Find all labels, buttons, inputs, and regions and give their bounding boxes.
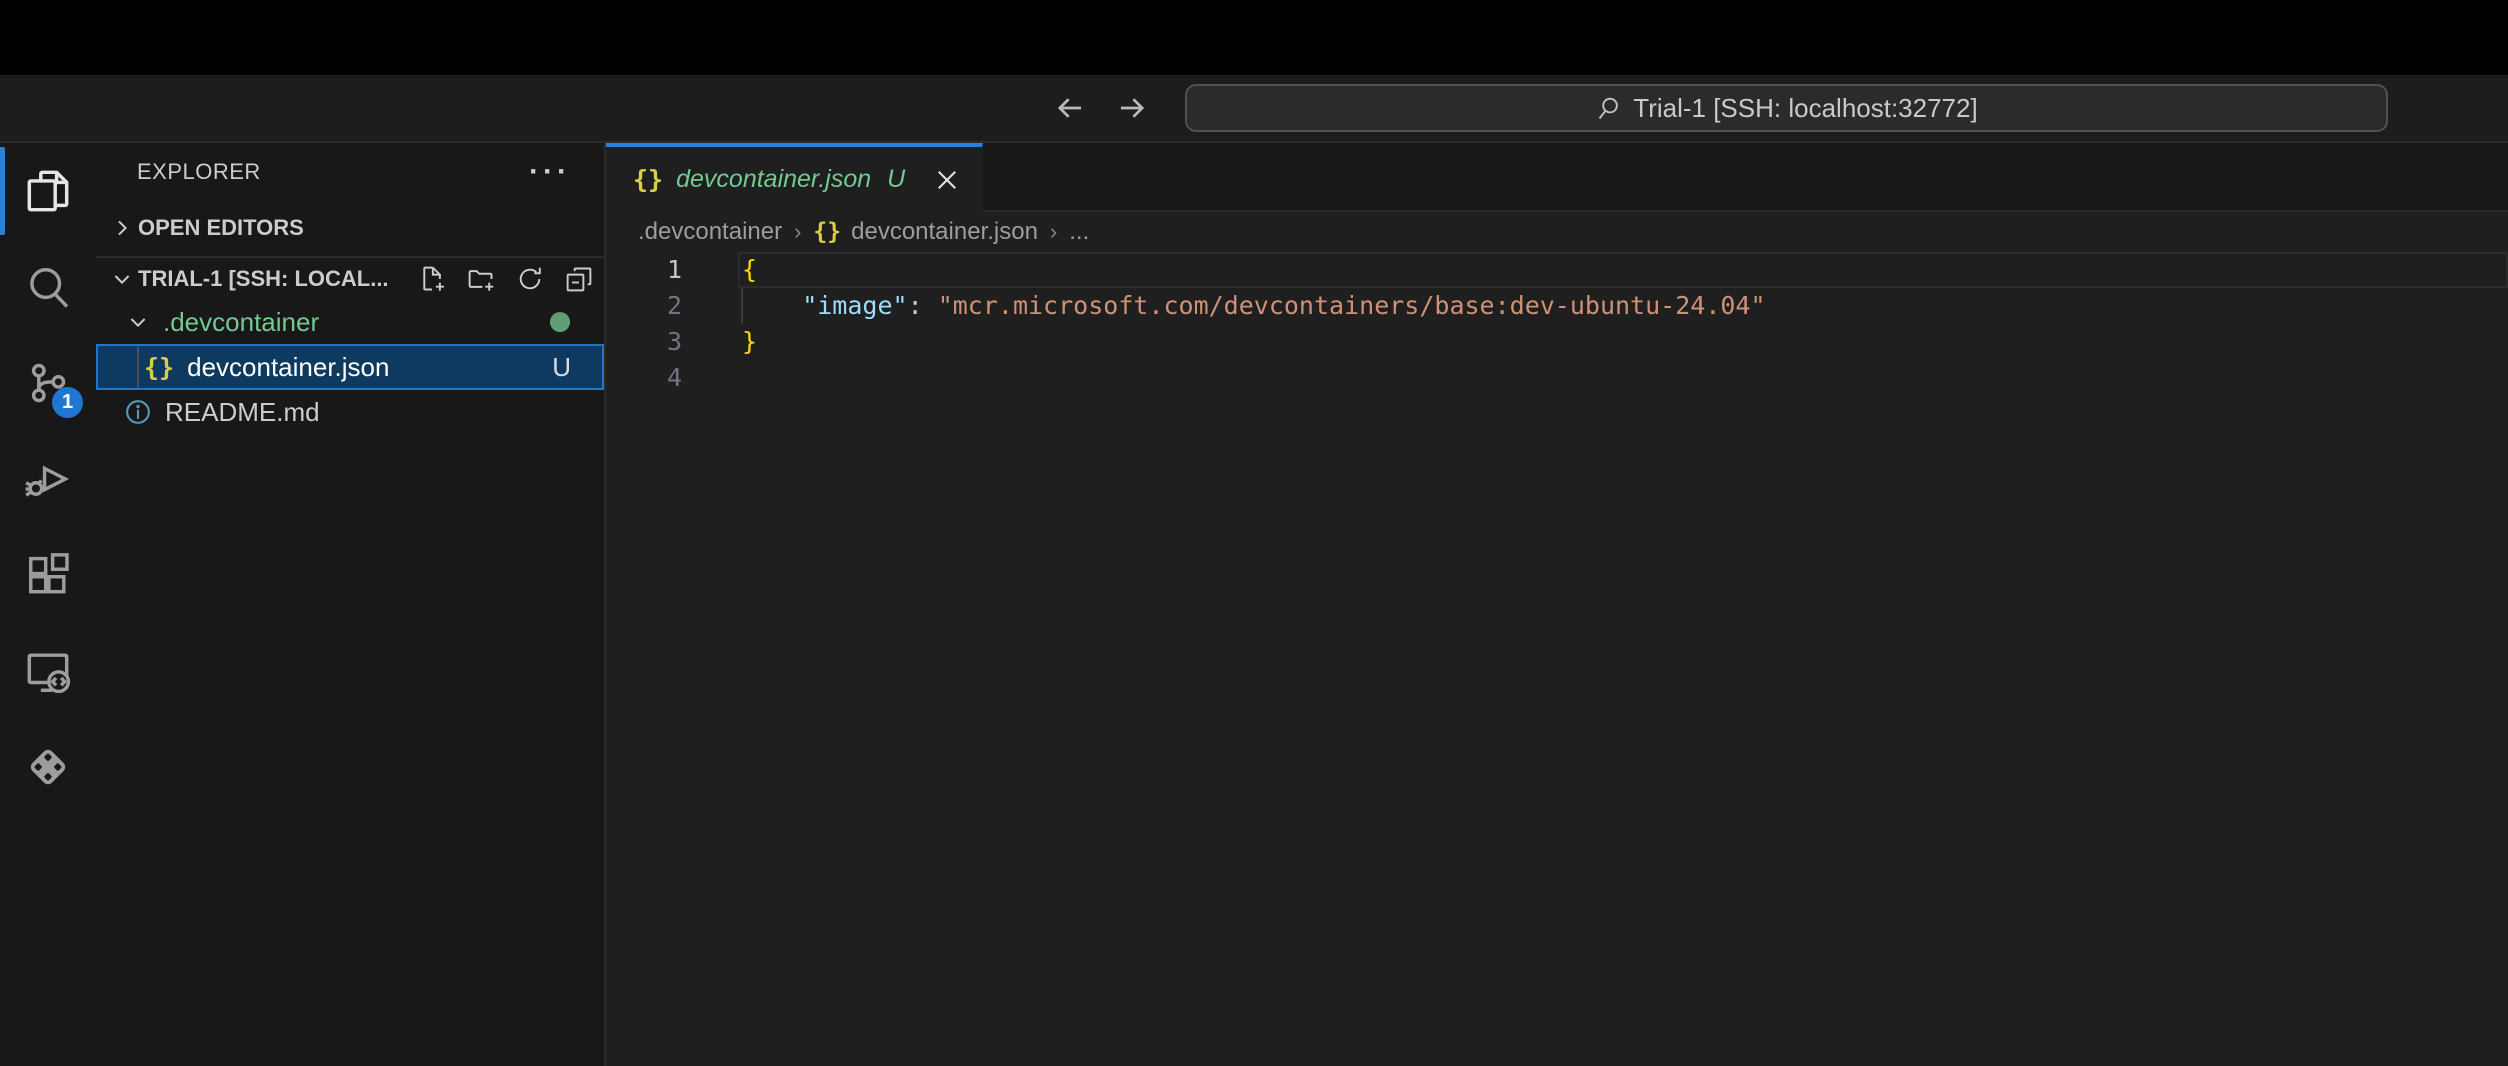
close-icon[interactable]	[932, 165, 962, 195]
workbench: 1	[0, 143, 2508, 1066]
breadcrumb-file[interactable]: devcontainer.json	[851, 218, 1038, 246]
search-icon	[1595, 94, 1623, 122]
scm-pending-badge: 1	[52, 387, 83, 418]
json-string-token: "mcr.microsoft.com/devcontainers/base:de…	[938, 291, 1766, 320]
breadcrumb: .devcontainer › {} devcontainer.json › .…	[606, 212, 2508, 252]
explorer-actions	[418, 265, 593, 293]
activitybar-item-search[interactable]	[0, 239, 96, 335]
macos-menubar-strip	[0, 0, 2508, 75]
json-key-token: "image"	[742, 291, 908, 320]
file-name: README.md	[165, 397, 320, 428]
activitybar-item-remote-explorer[interactable]	[0, 623, 96, 719]
remote-explorer-icon	[25, 648, 71, 694]
collapse-all-icon[interactable]	[565, 265, 593, 293]
code-line-content[interactable]: }	[742, 324, 2508, 360]
open-brace-token: {	[742, 255, 757, 284]
git-untracked-badge: U	[552, 352, 571, 383]
space-token	[923, 291, 938, 320]
activitybar-item-explorer[interactable]	[0, 143, 96, 239]
tab-git-badge: U	[887, 165, 905, 194]
chevron-right-icon	[110, 216, 134, 240]
close-brace-token: }	[742, 327, 757, 356]
new-folder-icon[interactable]	[467, 265, 495, 293]
breadcrumb-folder[interactable]: .devcontainer	[638, 218, 782, 246]
command-center-search[interactable]: Trial-1 [SSH: localhost:32772]	[1185, 84, 2388, 132]
code-line-content[interactable]	[742, 360, 2508, 396]
title-bar: Trial-1 [SSH: localhost:32772]	[0, 75, 2508, 143]
new-file-icon[interactable]	[418, 265, 446, 293]
json-file-icon: {}	[144, 353, 174, 382]
json-file-icon: {}	[813, 219, 841, 245]
activitybar-item-containers[interactable]	[0, 719, 96, 815]
open-editors-section[interactable]: OPEN EDITORS	[96, 200, 604, 256]
code-line-1: 1 {	[606, 252, 2508, 288]
activitybar-item-run-debug[interactable]	[0, 431, 96, 527]
tree-indent-guide	[137, 346, 139, 388]
explorer-sidebar: EXPLORER ··· OPEN EDITORS TRIAL-1 [SSH: …	[96, 143, 606, 1066]
workspace-section[interactable]: TRIAL-1 [SSH: LOCAL...	[96, 258, 604, 300]
debug-icon	[25, 456, 71, 502]
indent-guide	[741, 288, 743, 324]
more-actions-icon[interactable]: ···	[529, 167, 571, 177]
code-line-4: 4	[606, 360, 2508, 396]
activitybar-item-source-control[interactable]: 1	[0, 335, 96, 431]
tab-bar: {} devcontainer.json U	[606, 143, 2508, 212]
code-line-2: 2 "image": "mcr.microsoft.com/devcontain…	[606, 288, 2508, 324]
files-icon	[25, 168, 71, 214]
code-editor[interactable]: 1 { 2 "image": "mcr.microsoft.com/devcon…	[606, 252, 2508, 1066]
activitybar-item-extensions[interactable]	[0, 527, 96, 623]
extensions-icon	[25, 552, 71, 598]
vscode-window: Trial-1 [SSH: localhost:32772] 1	[0, 0, 2508, 1066]
tree-item-devcontainer-folder[interactable]: .devcontainer	[96, 300, 604, 344]
tree-item-readme[interactable]: README.md	[96, 390, 604, 434]
folder-name: .devcontainer	[163, 307, 319, 338]
breadcrumb-separator-icon: ›	[794, 219, 801, 245]
chevron-down-icon	[110, 267, 134, 291]
sidebar-title: EXPLORER	[137, 159, 261, 185]
breadcrumb-separator-icon: ›	[1050, 219, 1057, 245]
history-nav	[1052, 75, 1150, 141]
sidebar-pane-header: EXPLORER ···	[96, 143, 604, 200]
line-number: 3	[606, 324, 742, 360]
back-icon[interactable]	[1052, 90, 1088, 126]
line-number: 4	[606, 360, 742, 396]
colon-token: :	[908, 291, 923, 320]
line-number: 2	[606, 288, 742, 324]
code-line-3: 3 }	[606, 324, 2508, 360]
info-file-icon	[124, 398, 152, 426]
refresh-icon[interactable]	[516, 265, 544, 293]
git-modified-dot	[550, 312, 570, 332]
editor-group: {} devcontainer.json U .devcontainer › {…	[606, 143, 2508, 1066]
code-line-content[interactable]: "image": "mcr.microsoft.com/devcontainer…	[742, 288, 2508, 324]
chevron-down-icon	[126, 310, 150, 334]
tree-item-devcontainer-json-selected[interactable]: {} devcontainer.json U	[96, 344, 604, 390]
code-line-content[interactable]: {	[738, 252, 2508, 288]
window-title: Trial-1 [SSH: localhost:32772]	[1633, 93, 1977, 124]
gem-diamond-icon	[25, 744, 71, 790]
forward-icon[interactable]	[1114, 90, 1150, 126]
open-editors-label: OPEN EDITORS	[138, 215, 304, 241]
search-icon	[25, 264, 71, 310]
line-number: 1	[606, 252, 742, 288]
tab-devcontainer-json[interactable]: {} devcontainer.json U	[606, 143, 983, 212]
tab-label: devcontainer.json	[676, 165, 871, 194]
json-file-icon: {}	[633, 165, 663, 194]
breadcrumb-symbol-tail[interactable]: ...	[1069, 218, 1089, 246]
file-name: devcontainer.json	[187, 352, 389, 383]
workspace-label: TRIAL-1 [SSH: LOCAL...	[138, 266, 389, 292]
activity-bar: 1	[0, 143, 96, 1066]
